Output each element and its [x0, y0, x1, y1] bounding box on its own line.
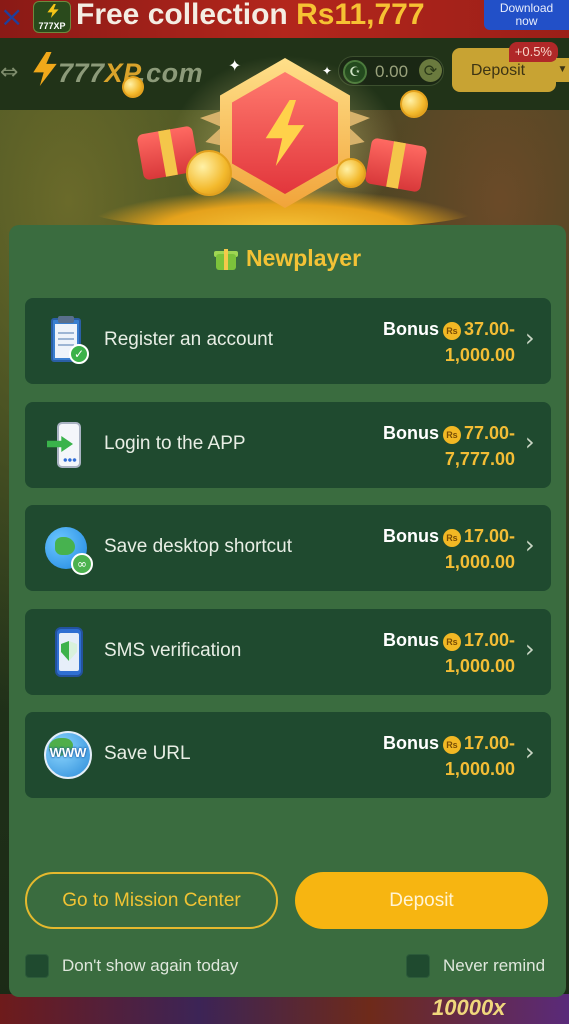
task-login-app[interactable]: Login to the APP Bonus Rs 77.00- 7,777.00 … [25, 402, 551, 488]
bonus-amount-max: 1,000.00 [444, 552, 515, 572]
www-text: WWW [49, 745, 87, 760]
newplayer-modal: Newplayer ✓ Register an account Bonus Rs 3… [9, 225, 566, 997]
app-logo-text: 777XP [38, 21, 66, 31]
deposit-button[interactable]: Deposit [295, 872, 548, 929]
task-sms-verification[interactable]: SMS verification Bonus Rs 17.00- 1,000.00 … [25, 609, 551, 695]
coin-icon [186, 150, 232, 196]
bonus-amount-max: 1,000.00 [444, 656, 515, 676]
gift-box-icon [364, 137, 428, 193]
modal-title: Newplayer [9, 245, 566, 272]
brand-prefix: 777 [58, 58, 105, 88]
task-label: Login to the APP [104, 433, 246, 454]
checkbox-label: Don't show again today [62, 956, 239, 975]
task-bonus: Bonus Rs 77.00- 7,777.00 [383, 420, 515, 472]
brand-bolt-icon [33, 52, 57, 86]
header-deposit-label: Deposit [470, 62, 526, 79]
chevron-right-icon: › [525, 738, 535, 766]
chevron-down-icon[interactable]: ▼ [556, 58, 569, 82]
multiplier-text: 10000x [432, 995, 506, 1020]
chevron-right-icon: › [525, 635, 535, 663]
checkbox-box[interactable] [25, 954, 49, 978]
rupee-coin-icon: Rs [442, 633, 461, 651]
download-now-button[interactable]: Download now [484, 0, 569, 30]
task-bonus: Bonus Rs 17.00- 1,000.00 [383, 523, 515, 575]
task-label: SMS verification [104, 640, 242, 661]
task-bonus: Bonus Rs 37.00- 1,000.00 [383, 316, 515, 368]
bonus-label: Bonus [382, 630, 439, 650]
checkbox-label: Never remind [443, 956, 546, 975]
sparkle-icon: ✦ [322, 64, 333, 78]
bonus-amount-min: 17.00- [463, 630, 515, 650]
refresh-icon[interactable]: ⟳ [419, 59, 442, 82]
checkbox-box[interactable] [406, 954, 430, 978]
bonus-label: Bonus [382, 423, 439, 443]
never-remind-checkbox[interactable]: Never remind [406, 953, 556, 979]
bonus-label: Bonus [382, 733, 439, 753]
phone-login-icon [43, 420, 93, 470]
bonus-amount-min: 37.00- [463, 319, 515, 339]
app-logo: 777XP [33, 1, 71, 33]
task-save-url[interactable]: WWW Save URL Bonus Rs 17.00- 1,000.00 › [25, 712, 551, 798]
task-register-account[interactable]: ✓ Register an account Bonus Rs 37.00- 1,00… [25, 298, 551, 384]
rupee-coin-icon: Rs [442, 736, 461, 754]
deposit-bonus-badge: +0.5% [508, 42, 558, 62]
bonus-amount-max: 7,777.00 [444, 449, 515, 469]
rupee-coin-icon: Rs [442, 322, 461, 340]
globe-link-icon: ∞ [43, 523, 93, 575]
bonus-amount-min: 17.00- [463, 733, 515, 753]
task-label: Register an account [104, 329, 273, 350]
chevron-right-icon: › [525, 428, 535, 456]
task-save-desktop-shortcut[interactable]: ∞ Save desktop shortcut Bonus Rs 17.00- 1,… [25, 505, 551, 591]
close-icon[interactable]: × [0, 2, 23, 32]
bonus-amount-max: 1,000.00 [444, 345, 515, 365]
game-tiles-strip: 10000x [0, 994, 569, 1024]
www-globe-icon: WWW [43, 730, 93, 780]
phone-shield-icon [43, 627, 93, 677]
bonus-amount-max: 1,000.00 [444, 759, 515, 779]
promo-title: Free collection Rs11,777 [76, 0, 425, 32]
bonus-amount-min: 17.00- [463, 526, 515, 546]
download-label-line2: now [515, 14, 538, 28]
chevron-right-icon: › [525, 324, 535, 352]
rupee-coin-icon: Rs [442, 529, 461, 547]
rupee-coin-icon: Rs [442, 426, 461, 444]
bonus-label: Bonus [382, 319, 439, 339]
promo-title-text: Free collection [76, 0, 288, 31]
task-bonus: Bonus Rs 17.00- 1,000.00 [383, 627, 515, 679]
task-label: Save URL [104, 743, 191, 764]
coin-icon [122, 76, 144, 98]
dont-show-today-checkbox[interactable]: Don't show again today [25, 953, 265, 979]
modal-title-text: Newplayer [245, 245, 362, 271]
sparkle-icon: ✦ [228, 56, 242, 75]
gift-icon [213, 246, 238, 270]
task-bonus: Bonus Rs 17.00- 1,000.00 [383, 730, 515, 782]
bolt-icon [47, 4, 59, 18]
bonus-label: Bonus [382, 526, 439, 546]
bonus-amount-min: 77.00- [463, 423, 515, 443]
coin-icon [336, 158, 366, 188]
clipboard-check-icon: ✓ [43, 316, 93, 366]
chevron-right-icon: › [525, 531, 535, 559]
promo-title-amount: Rs11,777 [296, 0, 425, 31]
menu-arrows-icon[interactable]: ⇔ [0, 60, 18, 85]
coin-icon [400, 90, 428, 118]
mission-center-button[interactable]: Go to Mission Center [25, 872, 278, 929]
task-label: Save desktop shortcut [104, 536, 292, 557]
promo-banner: × 777XP Free collection Rs11,777 Downloa… [0, 0, 569, 38]
header-deposit-button[interactable]: Deposit +0.5% [452, 42, 558, 92]
